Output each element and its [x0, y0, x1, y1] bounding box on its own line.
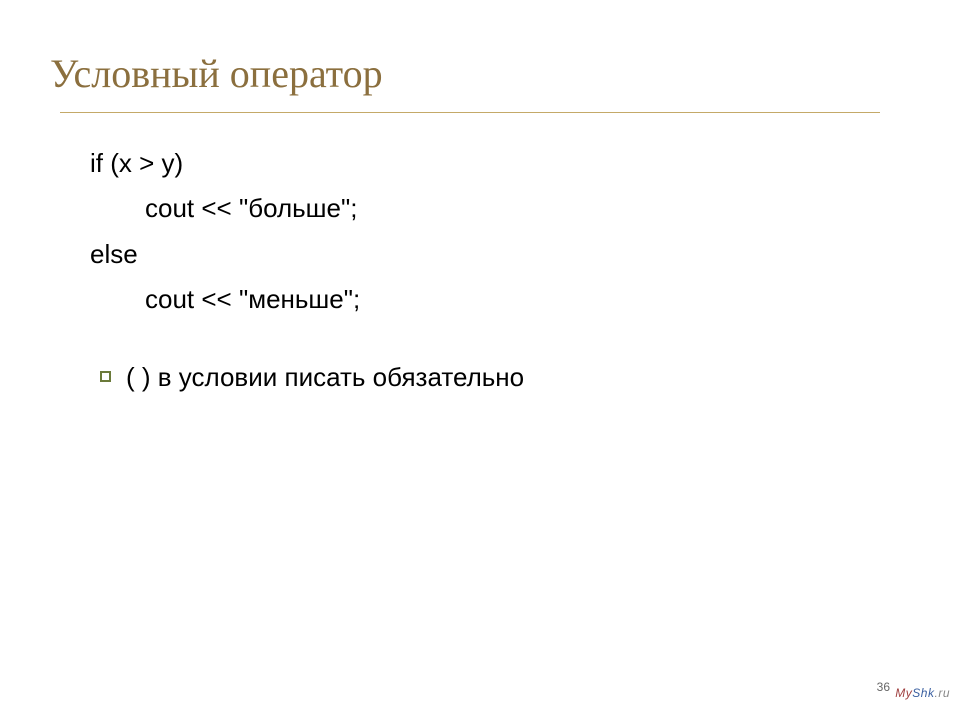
- bullet-text: ( ) в условии писать обязательно: [126, 357, 524, 397]
- watermark-ru: .ru: [934, 686, 950, 700]
- code-line-2: cout << "больше";: [90, 188, 880, 228]
- slide-content: if (x > y) cout << "больше"; else cout <…: [50, 143, 910, 397]
- bullet-marker-icon: [100, 371, 111, 382]
- code-line-3: else: [90, 234, 880, 274]
- watermark: MyShk.ru: [895, 686, 950, 700]
- slide-title: Условный оператор: [50, 50, 910, 97]
- watermark-my: My: [895, 686, 912, 700]
- slide-container: Условный оператор if (x > y) cout << "бо…: [0, 0, 960, 720]
- page-number: 36: [877, 680, 890, 694]
- watermark-shk: Shk: [912, 686, 934, 700]
- title-divider: [60, 112, 880, 113]
- bullet-item: ( ) в условии писать обязательно: [90, 357, 880, 397]
- code-line-1: if (x > y): [90, 143, 880, 183]
- code-line-4: cout << "меньше";: [90, 279, 880, 319]
